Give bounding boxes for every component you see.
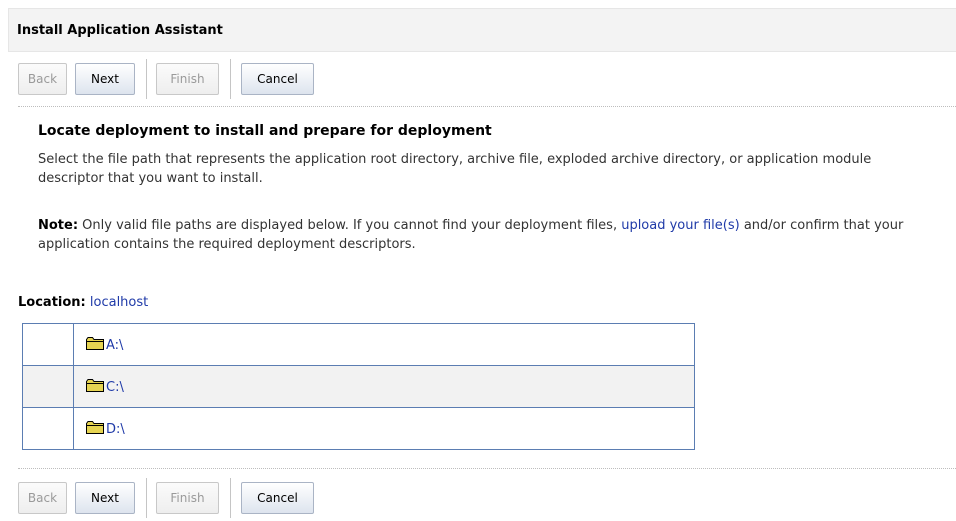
button-separator [146,478,147,518]
file-path-cell: C:\ [73,365,695,408]
back-button[interactable]: Back [18,482,67,514]
note-text-before: Only valid file paths are displayed belo… [78,218,622,233]
table-row: D:\ [22,407,695,450]
folder-icon [86,420,104,434]
button-separator [146,59,147,99]
file-path-link[interactable]: D:\ [106,422,125,437]
cancel-button[interactable]: Cancel [241,482,314,514]
folder-icon [86,378,104,392]
upload-files-link[interactable]: upload your file(s) [621,218,740,233]
button-separator [230,478,231,518]
section-heading: Locate deployment to install and prepare… [38,123,492,139]
divider [18,106,956,107]
row-selector-cell[interactable] [22,365,74,408]
row-selector-cell[interactable] [22,407,74,450]
table-row: A:\ [22,323,695,366]
back-button[interactable]: Back [18,63,67,95]
table-row: C:\ [22,365,695,408]
file-path-cell: A:\ [73,323,695,366]
description-text: Select the file path that represents the… [38,152,872,186]
note-label: Note: [38,218,79,233]
location-row: Location: localhost [18,295,148,310]
file-path-link[interactable]: C:\ [106,380,124,395]
page-title: Install Application Assistant [17,23,223,38]
location-localhost-link[interactable]: localhost [90,295,148,310]
next-button[interactable]: Next [75,482,135,514]
finish-button[interactable]: Finish [156,482,219,514]
location-label: Location: [18,295,86,310]
note-text: Note: Only valid file paths are displaye… [38,216,938,254]
assistant-header: Install Application Assistant [8,8,956,52]
cancel-button[interactable]: Cancel [241,63,314,95]
button-separator [230,59,231,99]
file-path-cell: D:\ [73,407,695,450]
divider [18,468,956,469]
finish-button[interactable]: Finish [156,63,219,95]
folder-icon [86,336,104,350]
file-path-table: A:\ C:\ D:\ [22,323,695,450]
row-selector-cell[interactable] [22,323,74,366]
file-path-link[interactable]: A:\ [106,338,123,353]
next-button[interactable]: Next [75,63,135,95]
